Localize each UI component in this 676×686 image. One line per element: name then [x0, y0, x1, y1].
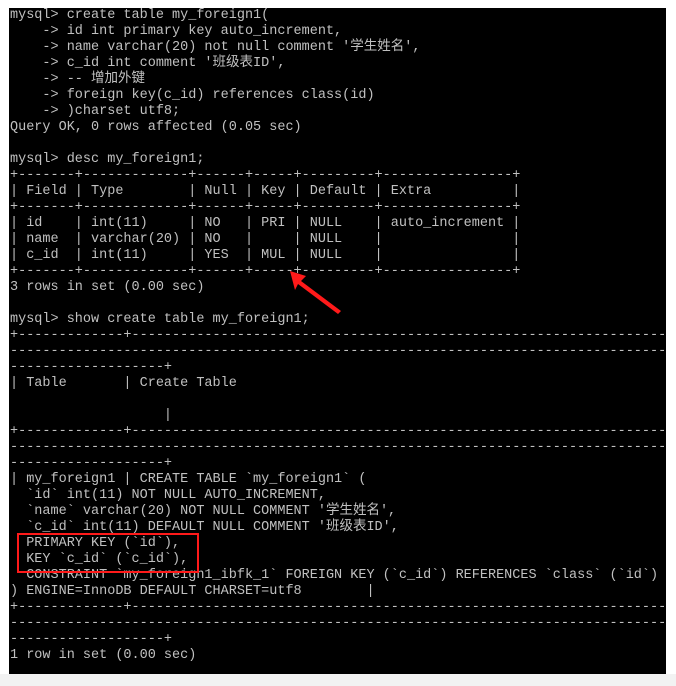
bottom-strip [0, 674, 676, 686]
red-arrow-annotation [290, 271, 341, 314]
arrow-icon [290, 271, 341, 314]
